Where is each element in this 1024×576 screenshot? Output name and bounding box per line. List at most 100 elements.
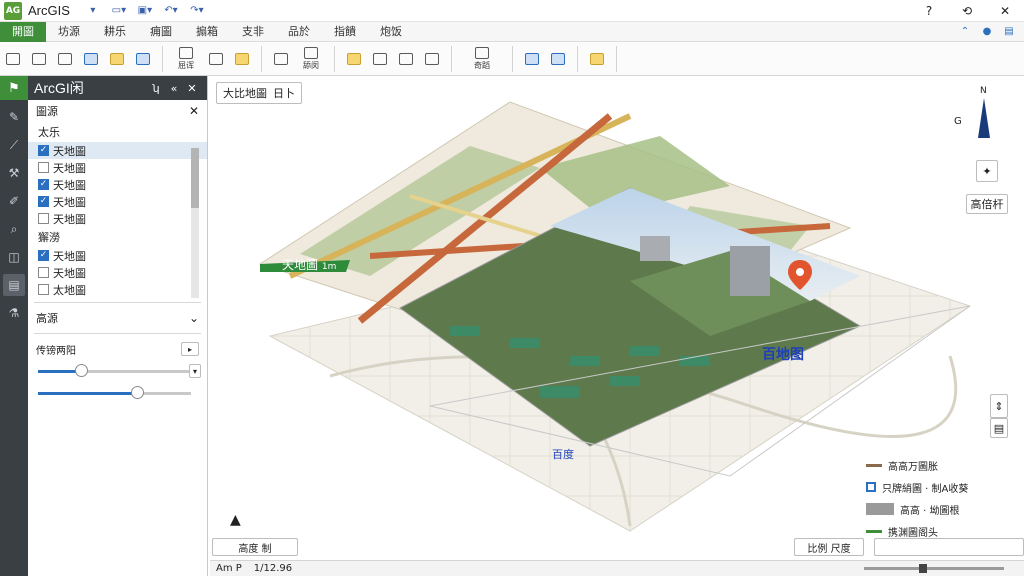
layer-label: 天地圖 xyxy=(53,266,86,280)
layer-checkbox[interactable]: ✓ xyxy=(38,179,49,190)
app-title: ArcGIS xyxy=(28,3,70,18)
measure-tool-icon[interactable]: 舔闵 xyxy=(296,46,326,72)
redo-icon[interactable]: ↷▾ xyxy=(186,3,208,19)
chart-icon[interactable]: ⟋ xyxy=(3,134,25,156)
tab-3[interactable]: 痈圖 xyxy=(138,22,184,42)
chevron-down-icon[interactable]: ⌄ xyxy=(189,311,199,325)
minimize-ribbon-icon[interactable]: ⌃ xyxy=(958,24,972,38)
layers-tool-icon[interactable] xyxy=(343,46,365,72)
info-icon[interactable]: ● xyxy=(980,24,994,38)
wrench-icon[interactable]: ⚒ xyxy=(3,162,25,184)
undo-icon[interactable]: ↶▾ xyxy=(160,3,182,19)
document-tool-icon[interactable] xyxy=(369,46,391,72)
layer-item[interactable]: 太地圖 xyxy=(28,281,207,298)
pointer-tool-icon[interactable] xyxy=(2,46,24,72)
tag-tool-icon[interactable] xyxy=(28,46,50,72)
restore-button[interactable]: ⟲ xyxy=(948,0,986,22)
rotate-tool-icon[interactable]: 屈诨 xyxy=(171,46,201,72)
tab-6[interactable]: 品於 xyxy=(276,22,322,42)
layer-item[interactable]: 天地圖 xyxy=(28,264,207,281)
locate-button[interactable]: ✦ xyxy=(976,160,998,182)
tab-8[interactable]: 炮饭 xyxy=(368,22,414,42)
pan-button[interactable]: ⇕ xyxy=(990,394,1008,418)
edit-tool-icon[interactable] xyxy=(132,46,154,72)
measure-tool-label: 舔闵 xyxy=(303,60,319,70)
layer-item[interactable]: ✓ 天地圖 xyxy=(28,193,207,210)
panel-header: ArcGI闲 ʮ « ✕ xyxy=(28,76,207,100)
layer-icon[interactable]: ◫ xyxy=(3,246,25,268)
move-tool-icon[interactable] xyxy=(270,46,292,72)
transparency-slider[interactable] xyxy=(36,382,199,404)
high-section-label: 高源 xyxy=(36,312,58,325)
map-title-label: 大比地圖 xyxy=(223,87,267,100)
filter-icon[interactable]: ⚗ xyxy=(3,302,25,324)
legend-item: 只牌綃圖 · 制A收葵 xyxy=(866,476,996,498)
page-button[interactable]: ▤ xyxy=(990,418,1008,438)
layer-item[interactable]: ✓ 天地圖 xyxy=(28,142,207,159)
options-icon[interactable]: ▤ xyxy=(1002,24,1016,38)
slider-section: 传镑两阳 ▸ xyxy=(28,338,207,360)
zoom-knob[interactable] xyxy=(919,564,927,573)
triangle-tool-icon[interactable] xyxy=(106,46,128,72)
tab-0[interactable]: 開圖 xyxy=(0,21,46,42)
layer-group-1[interactable]: 太乐 xyxy=(28,122,207,142)
table-icon[interactable]: ▤ xyxy=(3,274,25,296)
paint-tool-icon[interactable] xyxy=(586,46,608,72)
close-button[interactable]: ✕ xyxy=(986,0,1024,22)
help-button[interactable]: ? xyxy=(910,0,948,22)
select-tool-icon[interactable] xyxy=(547,46,569,72)
bookmark-tool-icon[interactable] xyxy=(521,46,543,72)
legend-label: 高高万圖胀 xyxy=(888,461,938,473)
dropdown-icon[interactable]: ▾ xyxy=(189,364,201,378)
save-icon[interactable]: ▣▾ xyxy=(134,3,156,19)
tab-7[interactable]: 指饋 xyxy=(322,22,368,42)
high-section-title[interactable]: 高源 ⌄ xyxy=(28,307,207,329)
layers-scrollbar[interactable] xyxy=(191,148,199,298)
map-title-pill[interactable]: 大比地圖 日卜 xyxy=(216,82,302,104)
panel-title: ArcGI闲 xyxy=(34,80,84,96)
search-layer-icon[interactable]: ⌕ xyxy=(3,218,25,240)
analysis-tool-label: 奇蹈 xyxy=(474,60,490,70)
opacity-slider[interactable]: ▾ xyxy=(36,360,201,382)
layer-checkbox[interactable] xyxy=(38,162,49,173)
cut-tool-icon[interactable] xyxy=(205,46,227,72)
layer-item[interactable]: ✓ 天地圖 xyxy=(28,176,207,193)
panel-pin-icon[interactable]: ʮ xyxy=(147,82,165,95)
right-tool-button[interactable]: 高倍杆 xyxy=(966,194,1008,214)
layer-checkbox[interactable] xyxy=(38,213,49,224)
tab-4[interactable]: 搧箱 xyxy=(184,22,230,42)
tab-5[interactable]: 支非 xyxy=(230,22,276,42)
layer-item[interactable]: 天地圖 xyxy=(28,159,207,176)
share-tool-icon[interactable] xyxy=(231,46,253,72)
layer-label: 太地圖 xyxy=(53,283,86,297)
layer-checkbox[interactable] xyxy=(38,284,49,295)
tab-1[interactable]: 坊源 xyxy=(46,22,92,42)
layer-checkbox[interactable]: ✓ xyxy=(38,250,49,261)
layer-group-2[interactable]: 獬澇 xyxy=(28,227,207,247)
zoom-slider[interactable] xyxy=(864,567,1004,570)
open-icon[interactable]: ▭▾ xyxy=(108,3,130,19)
analysis-tool-icon[interactable]: 奇蹈 xyxy=(460,46,504,72)
pen-icon[interactable]: ✐ xyxy=(3,190,25,212)
link-tool-icon[interactable] xyxy=(395,46,417,72)
arrow-tool-icon[interactable] xyxy=(421,46,443,72)
table-tool-icon[interactable] xyxy=(54,46,76,72)
panel-collapse-icon[interactable]: « xyxy=(165,82,183,95)
panel-close-icon[interactable]: ✕ xyxy=(183,82,201,95)
layer-checkbox[interactable] xyxy=(38,267,49,278)
section-close-icon[interactable]: ✕ xyxy=(189,104,199,118)
tab-2[interactable]: 耕乐 xyxy=(92,22,138,42)
layer-checkbox[interactable]: ✓ xyxy=(38,145,49,156)
ribbon-tabs: 開圖 坊源 耕乐 痈圖 搧箱 支非 品於 指饋 炮饭 ⌃ ● ▤ xyxy=(0,21,1024,42)
draw-icon[interactable]: ✎ xyxy=(3,106,25,128)
layer-item[interactable]: ✓ 天地圖 xyxy=(28,247,207,264)
layer-item[interactable]: 天地圖 xyxy=(28,210,207,227)
legend-swatch xyxy=(866,503,894,515)
slider-options-button[interactable]: ▸ xyxy=(181,342,199,356)
grid-tool-icon[interactable] xyxy=(80,46,102,72)
map-view[interactable]: 大比地圖 日卜 天地圖 1m 百地图 百度 N G ✦ 高倍杆 ⇕ ▤ 高高万圖… xyxy=(210,76,1024,560)
compass[interactable]: N G xyxy=(954,86,994,146)
flag-icon[interactable]: ⚑ xyxy=(0,76,28,100)
layer-checkbox[interactable]: ✓ xyxy=(38,196,49,207)
new-icon[interactable]: ▾ xyxy=(82,3,104,19)
